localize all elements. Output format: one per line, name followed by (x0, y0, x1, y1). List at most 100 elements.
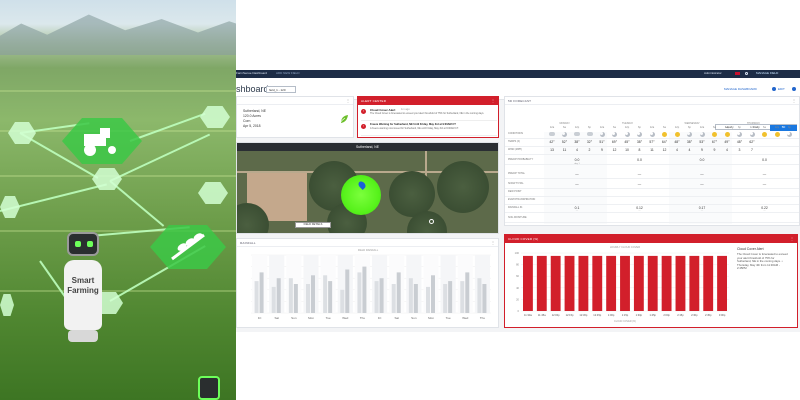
app-logo[interactable]: FarmSense Dashboard (236, 71, 267, 75)
cloud-alert-title: Cloud Cover Alert (737, 247, 764, 251)
moon-icon (597, 132, 607, 138)
x-tick-label: Sun (291, 316, 297, 320)
cloud-cover-bar (675, 255, 686, 311)
kebab-menu-icon[interactable]: ⋮ (792, 98, 796, 103)
x-tick-label: 11:45a (538, 313, 546, 317)
x-tick-label: Sat (394, 316, 399, 320)
row-divider (505, 146, 799, 147)
forecast-time-label: 12p (624, 126, 630, 129)
y-tick-label: 0 (518, 309, 520, 313)
y-tick-label: 40 (516, 286, 519, 290)
forecast-wind: 4 (726, 148, 728, 152)
x-tick-label: Mon (428, 316, 434, 320)
field-date: Apr 5, 2018 (243, 124, 261, 128)
x-tick-label: 12:00p (552, 313, 560, 317)
alert-description: The Cloud Cover is forecasted to exceed … (370, 112, 485, 115)
kebab-menu-icon[interactable]: ⋮ (491, 98, 495, 103)
mountain-backdrop (0, 14, 236, 55)
row-divider (505, 154, 799, 155)
alert-description: A freeze warning now issued for Sutherla… (370, 127, 459, 130)
rainfall-bar (323, 275, 328, 313)
forecast-dash: — (575, 210, 579, 212)
x-tick-label: 1:30p (636, 313, 643, 317)
forecast-temp: 62° (749, 140, 755, 144)
rainfall-bar (477, 278, 482, 313)
manage-field-link[interactable]: MANAGE FIELD (756, 71, 778, 75)
cloud-cover-chart-card: CLOUD COVER (%) ⋮ HOURLY CLOUD COVER 0 20 40… (504, 234, 798, 328)
forecast-wind: 4 (688, 148, 691, 152)
help-icon[interactable] (792, 87, 796, 91)
rainfall-bar (362, 266, 367, 313)
forecast-day-label: MONDAY (559, 122, 570, 125)
cloud-icon (547, 132, 557, 137)
forecast-wind: 8 (638, 148, 641, 152)
locate-icon[interactable] (429, 219, 434, 224)
rainfall-bar (345, 269, 350, 313)
forecast-temp: 51° (599, 140, 605, 144)
sun-icon (760, 132, 770, 138)
edit-button[interactable]: EDIT (778, 87, 785, 91)
forecast-dash: — (637, 182, 642, 186)
add-field-link[interactable]: ADD NEW FIELD (276, 71, 300, 75)
flag-icon[interactable] (735, 72, 740, 75)
field-select[interactable]: field_1 - 120 (266, 86, 296, 93)
kebab-menu-icon[interactable]: ⋮ (790, 236, 794, 241)
x-tick-label: Wed (342, 316, 348, 320)
cloud-cover-bar (523, 255, 533, 311)
forecast-precip-note: day 1 (574, 163, 580, 165)
alert-item[interactable]: ! Freeze Warning for Sutherland, NE Unti… (361, 122, 497, 136)
chart-subtitle: HOURLY CLOUD COVER (610, 245, 640, 249)
settings-icon[interactable] (745, 72, 748, 75)
add-icon[interactable] (772, 87, 776, 91)
cloud-alert-panel: Cloud Cover Alert The Cloud Cover is for… (737, 247, 789, 271)
field-crop: Corn (243, 119, 251, 123)
forecast-time-label: 6a (713, 126, 716, 129)
alert-time: 1m ago (401, 108, 410, 111)
rainfall-bar (396, 272, 401, 313)
y-tick-label: 60 (516, 274, 519, 278)
forecast-row-label: DEW POINT (508, 190, 522, 193)
x-tick-label: Wed (462, 316, 468, 320)
x-tick-label: 2:30p (691, 313, 698, 317)
forecast-row-label: RAINFALL IN. (508, 206, 523, 209)
forecast-row-label: TEMPS (F) (508, 140, 520, 143)
x-tick-label: Tue (326, 316, 331, 320)
rainfall-bar (443, 284, 448, 313)
card-title: CLOUD COVER (%) (508, 237, 539, 241)
satellite-map[interactable] (237, 151, 498, 233)
robot-label: Smart Farming (67, 276, 99, 295)
x-tick-label: 11:30a (524, 313, 532, 317)
forecast-row-label: EVAPOTRANSPIRATION (508, 198, 536, 201)
rainfall-bar (276, 278, 281, 313)
kebab-menu-icon[interactable]: ⋮ (491, 240, 495, 245)
forecast-temp: 38° (574, 140, 580, 144)
forecast-precip-prob: 0.0 (699, 158, 705, 162)
forecast-wind: 10 (625, 148, 629, 152)
moon-icon (610, 132, 620, 138)
day-band (337, 255, 353, 313)
x-tick-label: Mon (308, 316, 314, 320)
rainfall-bar (391, 284, 396, 313)
rainfall-bar (328, 281, 333, 313)
hex-node (0, 196, 20, 218)
user-menu[interactable]: Administrator (704, 71, 722, 75)
manage-dashboard-link[interactable]: MANAGE DASHBOARD (724, 87, 757, 91)
rainfall-bar (413, 284, 418, 313)
rainfall-chart-card: RAINFALL ⋮ FIELD RAINFALL Fri Sat Sun Mon Tue W… (236, 238, 499, 328)
sun-icon (672, 132, 682, 138)
sun-icon (722, 132, 732, 138)
x-axis-label: CLOUD COVER (%) (614, 320, 636, 323)
forecast-time-label: 12p (774, 126, 780, 129)
cloud-cover-bar (661, 255, 672, 311)
kebab-menu-icon[interactable]: ⋮ (346, 98, 350, 103)
forecast-time-label: 6p (738, 126, 741, 129)
rainfall-bar (306, 284, 310, 313)
forecast-dash: — (700, 210, 704, 212)
forecast-day-label: THURSDAY (747, 122, 760, 125)
field-details-button[interactable]: FIELD DETAILS (295, 222, 331, 228)
alert-item[interactable]: ! Cloud Cover Alert 1m ago The Cloud Cov… (361, 107, 497, 121)
y-tick-label: 80 (516, 263, 519, 267)
forecast-card: 5D FORECAST ⋮ Hourly Daily 5D MONDAY TUESD… (504, 96, 800, 226)
chart-subtitle: FIELD RAINFALL (358, 248, 379, 252)
forecast-wind: 11 (562, 148, 567, 152)
